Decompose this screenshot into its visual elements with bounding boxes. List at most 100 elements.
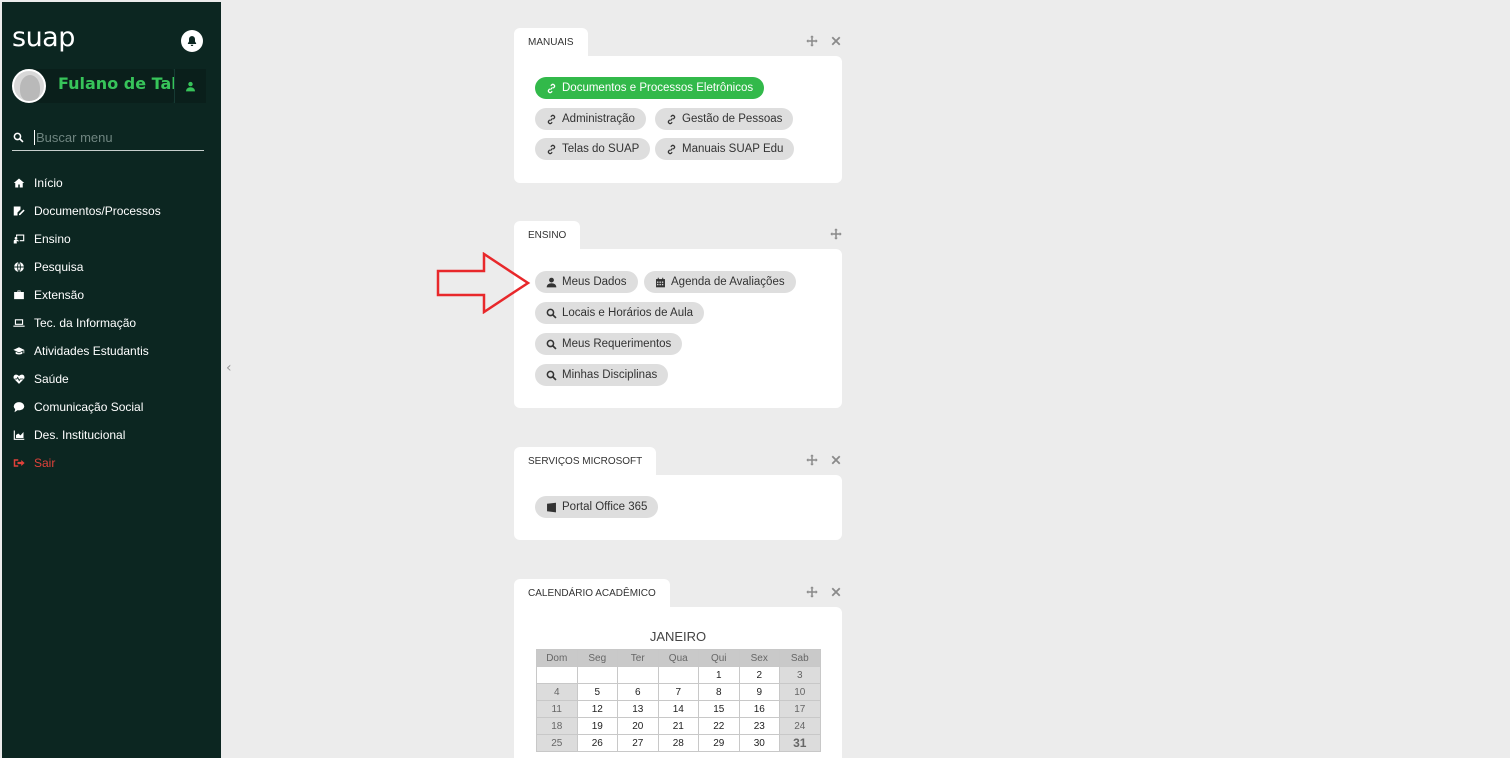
link-minhas-disciplinas[interactable]: Minhas Disciplinas — [535, 364, 669, 386]
calendar-day[interactable]: 16 — [738, 700, 780, 718]
link-label: Agenda de Avaliações — [671, 276, 785, 288]
menu-item-atividades-estudantis[interactable]: Atividades Estudantis — [12, 337, 161, 365]
calendar-day[interactable]: 2 — [738, 666, 780, 684]
menu-item-label: Atividades Estudantis — [34, 344, 149, 358]
menu-item-label: Tec. da Informação — [34, 316, 137, 330]
panel-title: SERVIÇOS MICROSOFT — [514, 447, 657, 475]
user-profile-button[interactable] — [174, 69, 206, 103]
notifications-button[interactable] — [181, 30, 203, 52]
calendar-day[interactable]: 17 — [779, 700, 821, 718]
calendar-day[interactable]: 5 — [576, 683, 618, 701]
calendar-table: Dom Seg Ter Qua Qui Sex Sab 1 2 3 4 5 6 … — [536, 649, 821, 752]
menu-item-des-institucional[interactable]: Des. Institucional — [12, 421, 161, 449]
menu-item-inicio[interactable]: Início — [12, 169, 161, 197]
calendar-day[interactable]: 14 — [657, 700, 699, 718]
calendar-day[interactable]: 25 — [536, 734, 578, 752]
link-agenda-avaliacoes[interactable]: Agenda de Avaliações — [644, 271, 796, 293]
move-icon[interactable] — [830, 228, 842, 240]
move-icon[interactable] — [806, 35, 818, 47]
search-input[interactable] — [34, 130, 194, 145]
menu-item-pesquisa[interactable]: Pesquisa — [12, 253, 161, 281]
sign-out-icon — [12, 457, 26, 469]
link-icon — [546, 144, 557, 155]
menu-item-comunicacao-social[interactable]: Comunicação Social — [12, 393, 161, 421]
menu-item-documentos[interactable]: Documentos/Processos — [12, 197, 161, 225]
calendar-day[interactable]: 23 — [738, 717, 780, 735]
calendar-day[interactable]: 27 — [617, 734, 659, 752]
link-telas-suap[interactable]: Telas do SUAP — [535, 138, 651, 160]
search-icon — [546, 370, 557, 381]
search-icon — [13, 132, 24, 143]
calendar-day[interactable]: 20 — [617, 717, 659, 735]
link-meus-requerimentos[interactable]: Meus Requerimentos — [535, 333, 683, 355]
link-administracao[interactable]: Administração — [535, 108, 646, 130]
calendar-day[interactable]: 12 — [576, 700, 618, 718]
close-icon[interactable] — [830, 454, 842, 466]
calendar-day[interactable]: 28 — [657, 734, 699, 752]
calendar-day[interactable]: 22 — [698, 717, 740, 735]
calendar-day[interactable]: 13 — [617, 700, 659, 718]
link-meus-dados[interactable]: Meus Dados — [535, 271, 638, 293]
graduation-cap-icon — [12, 345, 26, 357]
weekday: Dom — [536, 649, 578, 667]
menu-item-label: Des. Institucional — [34, 428, 126, 442]
link-gestao-pessoas[interactable]: Gestão de Pessoas — [655, 108, 794, 130]
calendar-day[interactable]: 6 — [617, 683, 659, 701]
calendar-week: 25 26 27 28 29 30 31 — [536, 734, 821, 752]
calendar-day[interactable]: 19 — [576, 717, 618, 735]
panel-calendario-academico: CALENDÁRIO ACADÊMICO JANEIRO Dom Seg Ter… — [514, 579, 842, 758]
menu-item-saude[interactable]: Saúde — [12, 365, 161, 393]
link-locais-horarios[interactable]: Locais e Horários de Aula — [535, 302, 705, 324]
panel-title: ENSINO — [514, 221, 581, 249]
user-name[interactable]: Fulano de Tal — [58, 74, 177, 93]
close-icon[interactable] — [830, 35, 842, 47]
calendar-day[interactable]: 3 — [779, 666, 821, 684]
calendar-day[interactable]: 10 — [779, 683, 821, 701]
calendar-weekdays: Dom Seg Ter Qua Qui Sex Sab — [536, 649, 821, 667]
move-icon[interactable] — [806, 586, 818, 598]
link-portal-office[interactable]: Portal Office 365 — [535, 496, 659, 518]
panel-title: MANUAIS — [514, 28, 588, 56]
calendar-day[interactable]: 1 — [698, 666, 740, 684]
calendar-day — [536, 666, 578, 684]
menu-item-label: Saúde — [34, 372, 69, 386]
search-icon — [546, 339, 557, 350]
calendar-month: JANEIRO — [649, 629, 707, 644]
calendar-day[interactable]: 30 — [738, 734, 780, 752]
comment-icon — [12, 401, 26, 413]
calendar-day[interactable]: 9 — [738, 683, 780, 701]
link-documentos-processos[interactable]: Documentos e Processos Eletrônicos — [535, 77, 765, 99]
calendar-day[interactable]: 26 — [576, 734, 618, 752]
menu-item-ensino[interactable]: Ensino — [12, 225, 161, 253]
weekday: Qui — [698, 649, 740, 667]
calendar-day[interactable]: 8 — [698, 683, 740, 701]
menu-item-tec-informacao[interactable]: Tec. da Informação — [12, 309, 161, 337]
link-manuais-suap-edu[interactable]: Manuais SUAP Edu — [655, 138, 795, 160]
calendar-day[interactable]: 18 — [536, 717, 578, 735]
close-icon[interactable] — [830, 586, 842, 598]
menu-item-sair[interactable]: Sair — [12, 449, 161, 477]
calendar-day[interactable]: 11 — [536, 700, 578, 718]
calendar-day — [657, 666, 699, 684]
user-card: Fulano de Tal — [12, 69, 206, 103]
link-label: Administração — [562, 113, 635, 125]
calendar-day[interactable]: 4 — [536, 683, 578, 701]
calendar-icon — [655, 277, 666, 288]
panel-ensino: ENSINO Meus Dados Agenda de Avaliações L… — [514, 221, 842, 408]
move-icon[interactable] — [806, 454, 818, 466]
link-label: Telas do SUAP — [562, 143, 640, 155]
calendar-day[interactable]: 21 — [657, 717, 699, 735]
calendar-day[interactable]: 15 — [698, 700, 740, 718]
brand-logo[interactable]: suap — [12, 22, 75, 53]
briefcase-icon — [12, 289, 26, 301]
avatar[interactable] — [12, 69, 46, 103]
calendar-day-today[interactable]: 31 — [779, 734, 821, 752]
collapse-sidebar-chevron-icon[interactable]: ‹ — [226, 360, 232, 376]
calendar-day[interactable]: 24 — [779, 717, 821, 735]
calendar-day[interactable]: 29 — [698, 734, 740, 752]
calendar-week: 4 5 6 7 8 9 10 — [536, 683, 821, 701]
calendar-day — [617, 666, 659, 684]
calendar-day[interactable]: 7 — [657, 683, 699, 701]
menu-item-extensao[interactable]: Extensão — [12, 281, 161, 309]
user-icon — [546, 277, 557, 288]
